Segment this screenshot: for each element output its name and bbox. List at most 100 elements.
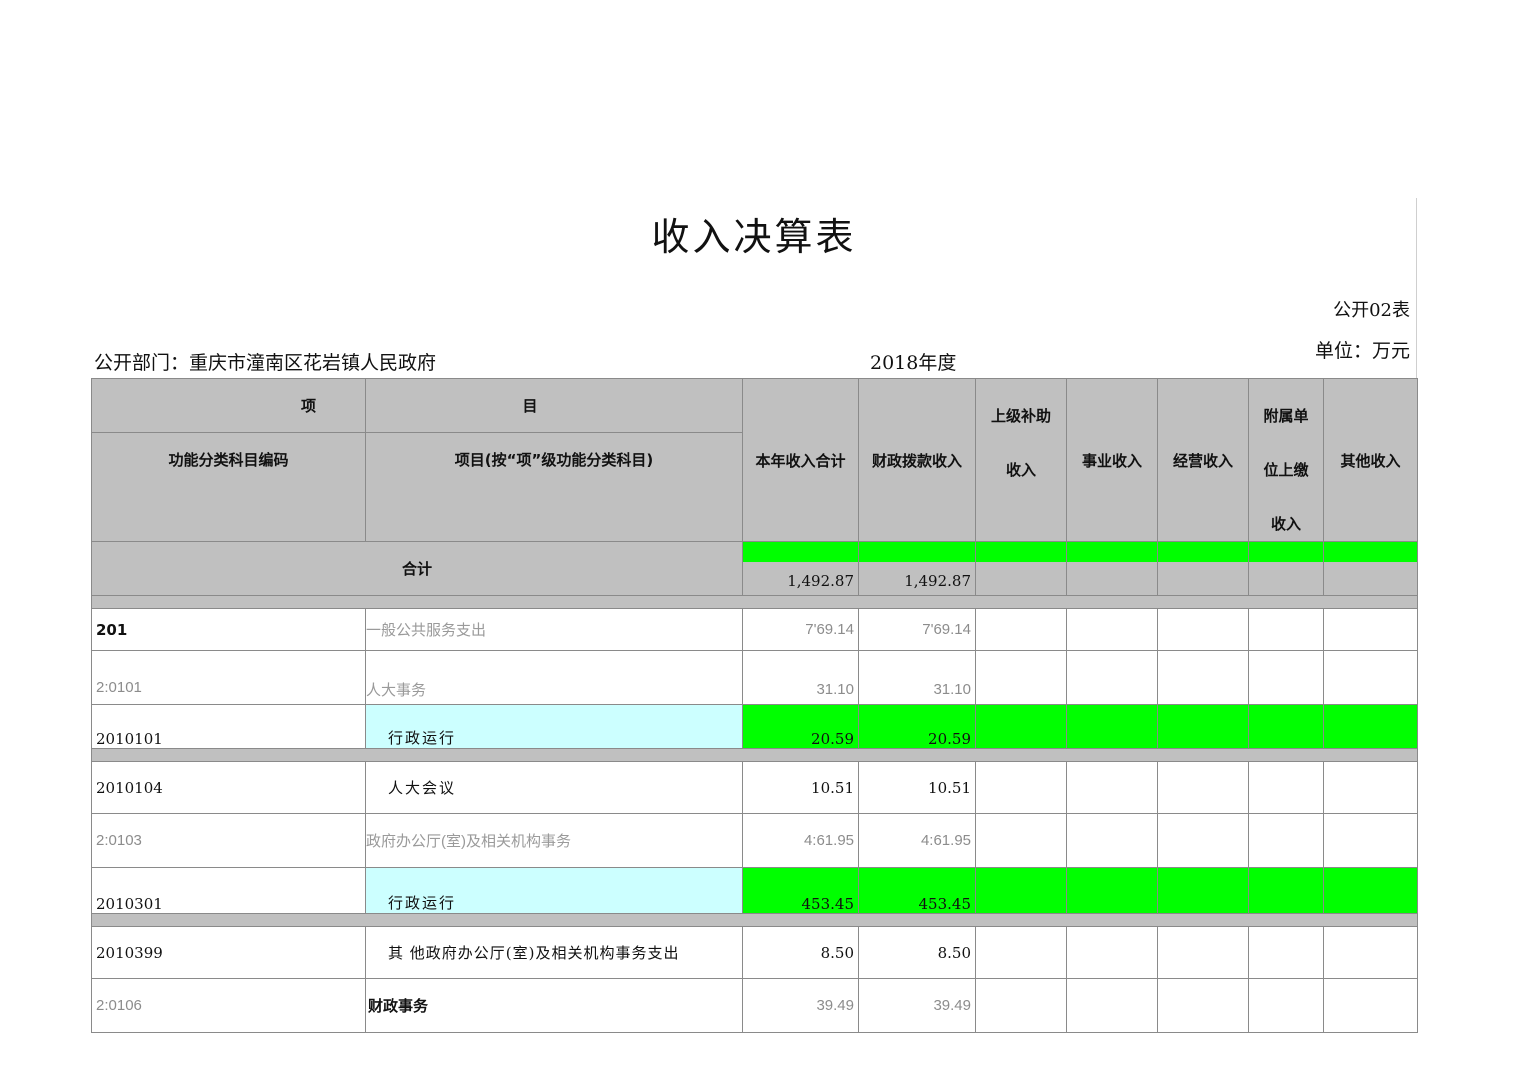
row-code: 201: [91, 608, 366, 651]
row-operating: [1157, 867, 1249, 914]
total-sum: 1,492.87: [742, 541, 859, 596]
row-total: 10.51: [742, 761, 859, 814]
row-affiliated: [1248, 978, 1324, 1033]
total-fiscal: 1,492.87: [858, 541, 976, 596]
row-name: 人大会议: [365, 761, 743, 814]
row-other: [1323, 650, 1418, 705]
row-operating: [1157, 926, 1249, 979]
unit-label: 单位：万元: [1314, 340, 1410, 362]
row-affiliated: [1248, 704, 1324, 749]
row-other: [1323, 867, 1418, 914]
page-title: 收入决算表: [651, 215, 857, 259]
row-code: 2010301: [91, 867, 366, 914]
row-other: [1323, 926, 1418, 979]
income-table: 项 目 本年收入合计 财政拨款收入 上级补助 收入 事业收入 经营收入 附属单 …: [91, 378, 1418, 1033]
divider-strip: [91, 595, 1418, 609]
row-fiscal: 8.50: [858, 926, 976, 979]
divider-strip: [91, 748, 1418, 762]
row-total: 31.10: [742, 650, 859, 705]
header-item: 项: [91, 378, 366, 433]
row-name: 其 他政府办公厅(室)及相关机构事务支出: [365, 926, 743, 979]
row-name: 人大事务: [365, 650, 743, 705]
total-upper: [975, 541, 1067, 596]
row-business: [1066, 608, 1158, 651]
row-fiscal: 7'69.14: [858, 608, 976, 651]
row-fiscal: 4:61.95: [858, 813, 976, 868]
row-other: [1323, 761, 1418, 814]
header-business: 事业收入: [1066, 378, 1158, 542]
row-other: [1323, 978, 1418, 1033]
header-total: 本年收入合计: [742, 378, 859, 542]
row-affiliated: [1248, 926, 1324, 979]
row-fiscal: 20.59: [858, 704, 976, 749]
row-business: [1066, 650, 1158, 705]
row-code: 2:0103: [91, 813, 366, 868]
row-upper: [975, 761, 1067, 814]
row-business: [1066, 978, 1158, 1033]
row-affiliated: [1248, 867, 1324, 914]
header-item2: 目: [365, 378, 743, 433]
row-total: 7'69.14: [742, 608, 859, 651]
row-fiscal: 10.51: [858, 761, 976, 814]
row-fiscal: 31.10: [858, 650, 976, 705]
row-name: 行政运行: [365, 704, 743, 749]
total-affiliated: [1248, 541, 1324, 596]
row-code: 2:0106: [91, 978, 366, 1033]
table-row: 2010399 其 他政府办公厅(室)及相关机构事务支出 8.50 8.50: [91, 926, 1418, 979]
form-number: 公开02表: [1333, 300, 1410, 321]
header-code: 功能分类科目编码: [91, 432, 366, 542]
row-affiliated: [1248, 650, 1324, 705]
table-row: 201 一般公共服务支出 7'69.14 7'69.14: [91, 608, 1418, 651]
row-code: 2:0101: [91, 650, 366, 705]
row-operating: [1157, 978, 1249, 1033]
row-operating: [1157, 704, 1249, 749]
row-upper: [975, 650, 1067, 705]
row-business: [1066, 926, 1158, 979]
row-business: [1066, 813, 1158, 868]
row-total: 4:61.95: [742, 813, 859, 868]
header-name: 项目(按“项”级功能分类科目): [365, 432, 743, 542]
table-row: 2010104 人大会议 10.51 10.51: [91, 761, 1418, 814]
row-affiliated: [1248, 608, 1324, 651]
row-operating: [1157, 761, 1249, 814]
row-other: [1323, 813, 1418, 868]
row-total: 20.59: [742, 704, 859, 749]
divider-strip: [91, 913, 1418, 927]
total-label: 合计: [91, 541, 743, 596]
row-upper: [975, 926, 1067, 979]
table-row: 2:0106 财政事务 39.49 39.49: [91, 978, 1418, 1033]
header-affiliated: 附属单 位上缴 收入: [1248, 378, 1324, 542]
row-other: [1323, 608, 1418, 651]
total-operating: [1157, 541, 1249, 596]
row-name: 政府办公厅(室)及相关机构事务: [365, 813, 743, 868]
row-affiliated: [1248, 813, 1324, 868]
header-other: 其他收入: [1323, 378, 1418, 542]
row-affiliated: [1248, 761, 1324, 814]
row-code: 2010101: [91, 704, 366, 749]
total-business: [1066, 541, 1158, 596]
total-other: [1323, 541, 1418, 596]
row-name: 财政事务: [365, 978, 743, 1033]
row-business: [1066, 704, 1158, 749]
total-row: 合计 1,492.87 1,492.87: [91, 541, 1418, 596]
row-upper: [975, 608, 1067, 651]
row-upper: [975, 813, 1067, 868]
row-upper: [975, 704, 1067, 749]
department-label: 公开部门：重庆市潼南区花岩镇人民政府: [94, 352, 437, 374]
row-operating: [1157, 650, 1249, 705]
row-business: [1066, 761, 1158, 814]
year-label: 2018年度: [870, 352, 957, 374]
row-upper: [975, 978, 1067, 1033]
row-operating: [1157, 813, 1249, 868]
header-upper: 上级补助 收入: [975, 378, 1067, 542]
header-operating: 经营收入: [1157, 378, 1249, 542]
row-other: [1323, 704, 1418, 749]
row-code: 2010399: [91, 926, 366, 979]
row-upper: [975, 867, 1067, 914]
row-fiscal: 39.49: [858, 978, 976, 1033]
row-code: 2010104: [91, 761, 366, 814]
row-name: 行政运行: [365, 867, 743, 914]
table-row: 2010101 行政运行 20.59 20.59: [91, 704, 1418, 749]
table-row: 2:0101 人大事务 31.10 31.10: [91, 650, 1418, 705]
table-row: 2010301 行政运行 453.45 453.45: [91, 867, 1418, 914]
